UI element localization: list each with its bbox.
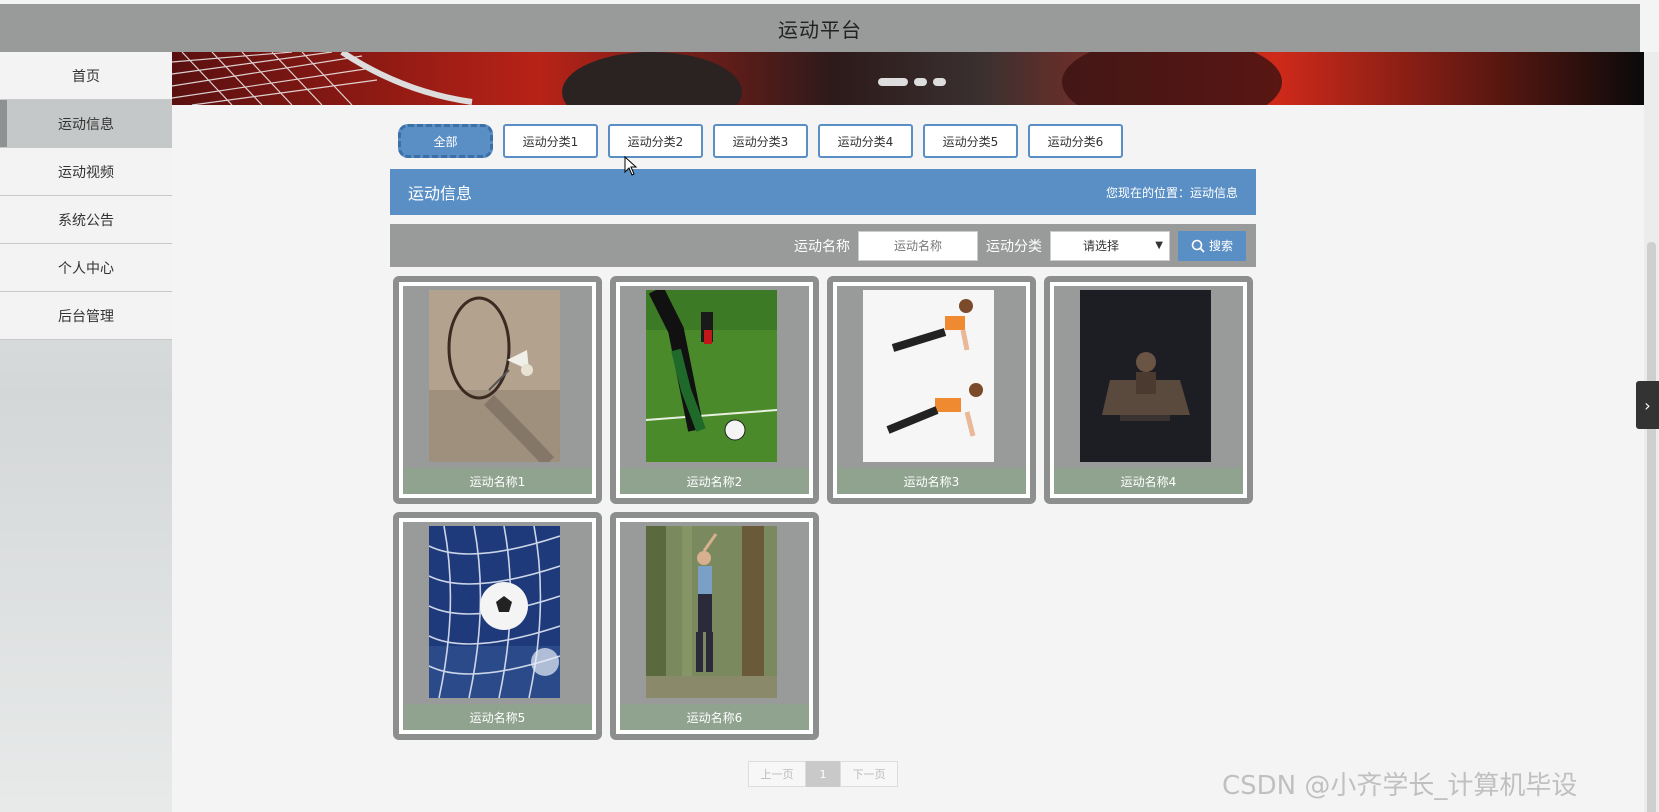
sidebar-item-label: 首页 bbox=[72, 68, 100, 85]
category-search-label: 运动分类 bbox=[986, 238, 1042, 255]
badminton-photo bbox=[429, 290, 560, 462]
chevron-right-icon: › bbox=[1644, 395, 1651, 415]
search-bar: 运动名称 运动分类 请选择 ▼ 搜索 bbox=[390, 224, 1256, 267]
sidebar-item-sport-info[interactable]: 运动信息 bbox=[0, 100, 172, 148]
sport-card[interactable]: 运动名称2 bbox=[610, 276, 819, 504]
sport-card[interactable]: 运动名称1 bbox=[393, 276, 602, 504]
forest-stretch-photo bbox=[646, 526, 777, 698]
page-scrollbar[interactable] bbox=[1644, 52, 1659, 812]
card-caption: 运动名称5 bbox=[403, 704, 592, 730]
soccer-net-photo bbox=[429, 526, 560, 698]
site-title: 运动平台 bbox=[778, 17, 862, 42]
search-button-label: 搜索 bbox=[1208, 239, 1233, 253]
carousel-dot[interactable] bbox=[878, 78, 908, 86]
breadcrumb: 您现在的位置：运动信息 bbox=[1105, 185, 1238, 200]
card-caption: 运动名称3 bbox=[837, 468, 1026, 494]
mouse-cursor-icon bbox=[624, 156, 638, 176]
sport-card[interactable]: 运动名称4 bbox=[1044, 276, 1253, 504]
next-page-button[interactable]: 下一页 bbox=[840, 761, 898, 787]
sidebar-item-label: 个人中心 bbox=[58, 260, 114, 277]
sport-card[interactable]: 运动名称6 bbox=[610, 512, 819, 740]
name-search-input[interactable] bbox=[858, 230, 978, 261]
tab-category-3[interactable]: 运动分类3 bbox=[713, 124, 808, 158]
top-header: 运动平台 bbox=[0, 4, 1640, 52]
search-icon bbox=[1191, 239, 1205, 253]
card-caption: 运动名称2 bbox=[620, 468, 809, 494]
carousel-dot[interactable] bbox=[914, 78, 927, 86]
banner-carousel[interactable] bbox=[172, 52, 1644, 105]
page-number-current[interactable]: 1 bbox=[806, 761, 840, 787]
sidebar-item-announcements[interactable]: 系统公告 bbox=[0, 196, 172, 244]
sidebar-item-personal-center[interactable]: 个人中心 bbox=[0, 244, 172, 292]
chevron-down-icon: ▼ bbox=[1155, 240, 1163, 251]
sidebar-nav: 首页 运动信息 运动视频 系统公告 个人中心 后台管理 bbox=[0, 52, 172, 812]
sidebar-item-label: 运动视频 bbox=[58, 164, 114, 181]
tab-category-2[interactable]: 运动分类2 bbox=[608, 124, 703, 158]
carousel-dot[interactable] bbox=[933, 78, 946, 86]
category-select[interactable]: 请选择 ▼ bbox=[1050, 230, 1170, 261]
pagination: 上一页 1 下一页 bbox=[748, 761, 898, 787]
tab-category-6[interactable]: 运动分类6 bbox=[1028, 124, 1123, 158]
sidebar-item-admin[interactable]: 后台管理 bbox=[0, 292, 172, 340]
sport-card[interactable]: 运动名称3 bbox=[827, 276, 1036, 504]
sidebar-item-home[interactable]: 首页 bbox=[0, 52, 172, 100]
card-caption: 运动名称4 bbox=[1054, 468, 1243, 494]
football-kick-photo bbox=[646, 290, 777, 462]
section-title-bar: 运动信息 您现在的位置：运动信息 bbox=[390, 169, 1256, 215]
sidebar-item-sport-video[interactable]: 运动视频 bbox=[0, 148, 172, 196]
tab-category-5[interactable]: 运动分类5 bbox=[923, 124, 1018, 158]
sidebar-item-label: 系统公告 bbox=[58, 212, 114, 229]
tab-category-1[interactable]: 运动分类1 bbox=[503, 124, 598, 158]
search-button[interactable]: 搜索 bbox=[1178, 230, 1246, 261]
prev-page-button[interactable]: 上一页 bbox=[748, 761, 806, 787]
sport-card-grid: 运动名称1 运动名称2 运动名称3 运动名称4 运动名称5 运动名称6 bbox=[393, 276, 1253, 740]
tab-all[interactable]: 全部 bbox=[398, 124, 493, 158]
watermark: CSDN @小齐学长_计算机毕设 bbox=[1222, 771, 1578, 801]
name-search-label: 运动名称 bbox=[794, 238, 850, 255]
scrollbar-thumb[interactable] bbox=[1647, 242, 1656, 812]
plank-exercise-photo bbox=[863, 290, 994, 462]
sidebar-item-label: 运动信息 bbox=[58, 116, 114, 133]
card-caption: 运动名称6 bbox=[620, 704, 809, 730]
carousel-indicators bbox=[878, 78, 946, 86]
card-caption: 运动名称1 bbox=[403, 468, 592, 494]
section-title: 运动信息 bbox=[408, 184, 473, 203]
tab-category-4[interactable]: 运动分类4 bbox=[818, 124, 913, 158]
category-tabs: 全部 运动分类1 运动分类2 运动分类3 运动分类4 运动分类5 运动分类6 bbox=[398, 124, 1123, 158]
gym-dark-photo bbox=[1080, 290, 1211, 462]
sport-card[interactable]: 运动名称5 bbox=[393, 512, 602, 740]
sidebar-item-label: 后台管理 bbox=[58, 308, 114, 325]
category-select-value: 请选择 bbox=[1083, 239, 1120, 253]
side-panel-toggle[interactable]: › bbox=[1636, 381, 1659, 429]
app-frame: 运动平台 首页 运动信息 运动视频 系统公告 个人中心 后台管理 全部 运动分类… bbox=[0, 0, 1659, 812]
